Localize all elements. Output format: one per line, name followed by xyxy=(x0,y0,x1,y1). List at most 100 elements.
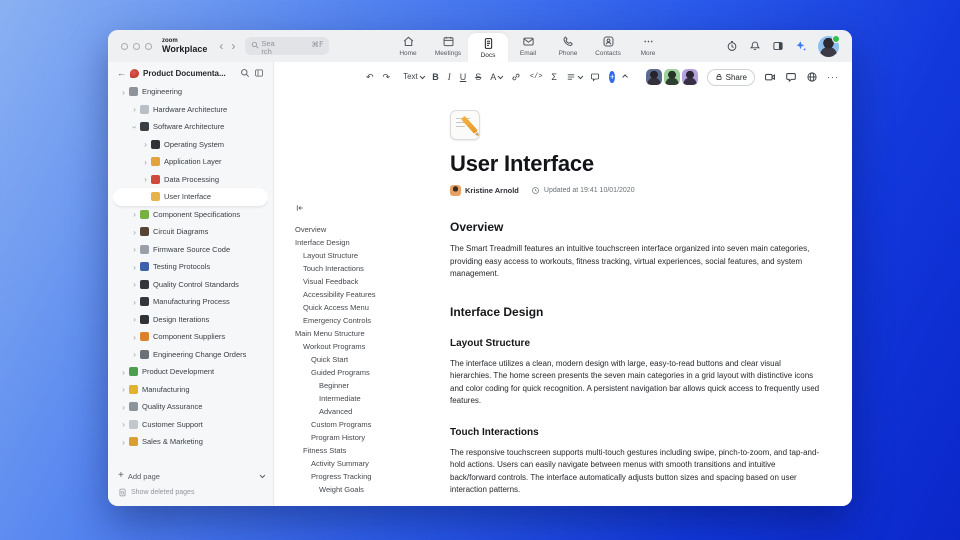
maximize-button[interactable] xyxy=(145,42,152,50)
panel-toggle-icon[interactable] xyxy=(772,40,784,52)
nav-tab-meetings[interactable]: Meetings xyxy=(428,30,468,62)
chevron-right-icon[interactable]: › xyxy=(130,105,139,114)
outline-item-emergency-controls[interactable]: Emergency Controls xyxy=(295,314,445,327)
collaborator-avatar[interactable] xyxy=(681,69,698,85)
text-style-dropdown[interactable]: Text xyxy=(403,73,425,81)
sidebar-item-quality-control-standards[interactable]: › Quality Control Standards xyxy=(113,276,268,294)
outline-item-intermediate[interactable]: Intermediate xyxy=(295,392,445,405)
insert-button[interactable]: + xyxy=(609,71,616,83)
comment-button[interactable] xyxy=(590,72,600,82)
outline-item-visual-feedback[interactable]: Visual Feedback xyxy=(295,275,445,288)
chevron-right-icon[interactable]: › xyxy=(130,332,139,342)
outline-item-advanced[interactable]: Advanced xyxy=(295,405,445,418)
sidebar-item-data-processing[interactable]: › Data Processing xyxy=(113,171,268,189)
chevron-right-icon[interactable]: › xyxy=(130,350,139,359)
back-arrow-icon[interactable]: ← xyxy=(117,68,126,78)
collapse-toolbar-button[interactable] xyxy=(622,75,628,81)
redo-button[interactable]: ↷ xyxy=(383,72,391,82)
sidebar-item-quality-assurance[interactable]: › Quality Assurance xyxy=(113,398,268,416)
sidebar-item-application-layer[interactable]: › Application Layer xyxy=(113,153,268,171)
sidebar-item-software-architecture[interactable]: › Software Architecture xyxy=(113,118,268,136)
outline-item-quick-access-menu[interactable]: Quick Access Menu xyxy=(295,301,445,314)
sidebar-item-hardware-architecture[interactable]: › Hardware Architecture xyxy=(113,101,268,119)
sidebar-item-engineering[interactable]: › Engineering xyxy=(113,83,268,101)
outline-item-interface-design[interactable]: Interface Design xyxy=(295,236,445,249)
collapse-outline-button[interactable] xyxy=(295,200,445,218)
chevron-down-icon[interactable]: › xyxy=(130,122,140,131)
outline-item-activity-summary[interactable]: Activity Summary xyxy=(295,457,445,470)
user-avatar[interactable] xyxy=(818,34,840,57)
strikethrough-button[interactable]: S xyxy=(475,72,481,82)
outline-item-workout-programs[interactable]: Workout Programs xyxy=(295,340,445,353)
nav-tab-more[interactable]: More xyxy=(628,30,668,62)
outline-item-progress-tracking[interactable]: Progress Tracking xyxy=(295,470,445,483)
outline-item-guided-programs[interactable]: Guided Programs xyxy=(295,366,445,379)
chevron-right-icon[interactable]: › xyxy=(141,175,150,184)
chevron-right-icon[interactable]: › xyxy=(119,87,128,97)
chevron-right-icon[interactable]: › xyxy=(141,157,150,167)
sidebar-item-engineering-change-orders[interactable]: › Engineering Change Orders xyxy=(113,346,268,364)
collaborator-avatar[interactable] xyxy=(645,69,662,85)
outline-item-fitness-stats[interactable]: Fitness Stats xyxy=(295,444,445,457)
outline-item-beginner[interactable]: Beginner xyxy=(295,379,445,392)
outline-item-quick-start[interactable]: Quick Start xyxy=(295,353,445,366)
minimize-button[interactable] xyxy=(133,42,140,50)
sidebar-item-testing-protocols[interactable]: › Testing Protocols xyxy=(113,258,268,276)
memo-emoji-icon[interactable] xyxy=(450,110,480,140)
chevron-right-icon[interactable]: › xyxy=(130,262,139,272)
sidebar-item-design-iterations[interactable]: › Design Iterations xyxy=(113,311,268,329)
sidebar-item-firmware-source-code[interactable]: › Firmware Source Code xyxy=(113,241,268,259)
sidebar-item-operating-system[interactable]: › Operating System xyxy=(113,136,268,154)
chevron-right-icon[interactable]: › xyxy=(130,280,139,289)
nav-tab-docs[interactable]: Docs xyxy=(468,33,508,62)
sidebar-item-sales-marketing[interactable]: › Sales & Marketing xyxy=(113,433,268,451)
undo-button[interactable]: ↶ xyxy=(366,72,374,82)
language-button[interactable] xyxy=(806,71,818,83)
outline-item-weight-goals[interactable]: Weight Goals xyxy=(295,483,445,496)
outline-item-layout-structure[interactable]: Layout Structure xyxy=(295,249,445,262)
sidebar-item-manufacturing-process[interactable]: › Manufacturing Process xyxy=(113,293,268,311)
chevron-right-icon[interactable]: › xyxy=(130,315,139,324)
outline-item-custom-programs[interactable]: Custom Programs xyxy=(295,418,445,431)
panel-collapse-icon[interactable] xyxy=(254,68,264,78)
sidebar-item-customer-support[interactable]: › Customer Support xyxy=(113,416,268,434)
sidebar-item-component-suppliers[interactable]: › Component Suppliers xyxy=(113,328,268,346)
sidebar-item-circuit-diagrams[interactable]: › Circuit Diagrams xyxy=(113,223,268,241)
outline-item-program-history[interactable]: Program History xyxy=(295,431,445,444)
underline-button[interactable]: U xyxy=(460,72,467,82)
nav-tab-phone[interactable]: Phone xyxy=(548,30,588,62)
ai-companion-sparkle-icon[interactable] xyxy=(795,40,807,52)
outline-item-main-menu-structure[interactable]: Main Menu Structure xyxy=(295,327,445,340)
code-button[interactable]: </> xyxy=(530,73,543,81)
close-button[interactable] xyxy=(121,42,128,50)
sidebar-item-manufacturing[interactable]: › Manufacturing xyxy=(113,381,268,399)
collaborator-avatar[interactable] xyxy=(663,69,680,85)
bold-button[interactable]: B xyxy=(432,72,439,82)
chat-button[interactable] xyxy=(785,71,797,83)
italic-button[interactable]: I xyxy=(448,72,451,82)
nav-tab-home[interactable]: Home xyxy=(388,30,428,62)
chevron-right-icon[interactable]: › xyxy=(119,367,128,377)
forward-button[interactable]: › xyxy=(227,40,239,52)
sidebar-item-user-interface[interactable]: ›User Interface xyxy=(113,188,268,206)
chevron-right-icon[interactable]: › xyxy=(130,245,139,254)
outline-item-overview[interactable]: Overview xyxy=(295,223,445,236)
share-button[interactable]: Share xyxy=(706,68,755,86)
text-color-dropdown[interactable]: A xyxy=(490,72,504,82)
back-button[interactable]: ‹ xyxy=(215,40,227,52)
chevron-right-icon[interactable]: › xyxy=(119,385,128,394)
search-icon[interactable] xyxy=(240,68,250,78)
sidebar-item-component-specifications[interactable]: › Component Specifications xyxy=(113,206,268,224)
global-search-input[interactable]: Search ⌘F xyxy=(245,37,330,56)
chevron-right-icon[interactable]: › xyxy=(130,210,139,219)
history-clock-icon[interactable] xyxy=(726,40,738,52)
outline-item-touch-interactions[interactable]: Touch Interactions xyxy=(295,262,445,275)
show-deleted-pages-button[interactable]: Show deleted pages xyxy=(113,484,268,500)
chevron-right-icon[interactable]: › xyxy=(119,437,128,447)
more-options-button[interactable]: ··· xyxy=(827,72,839,82)
bell-icon[interactable] xyxy=(749,40,761,52)
link-button[interactable] xyxy=(511,72,521,82)
sidebar-item-product-development[interactable]: › Product Development xyxy=(113,363,268,381)
outline-item-accessibility-features[interactable]: Accessibility Features xyxy=(295,288,445,301)
chevron-right-icon[interactable]: › xyxy=(130,297,139,307)
